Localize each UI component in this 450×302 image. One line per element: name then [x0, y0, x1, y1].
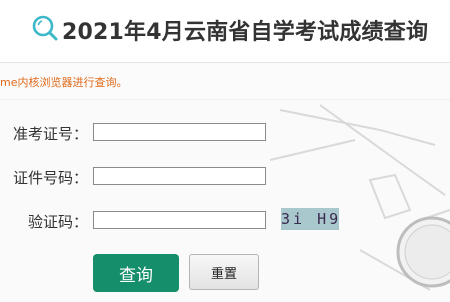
exam-number-input[interactable]: [93, 123, 266, 141]
background-decoration: [269, 104, 450, 291]
query-page: 2021年4月云南省自学考试成绩查询 me内核浏览器进行查询。 准考证号： 证件…: [0, 0, 450, 302]
captcha-input[interactable]: [93, 211, 266, 229]
exam-number-label: 准考证号：: [12, 125, 88, 143]
browser-notice: me内核浏览器进行查询。: [0, 76, 128, 89]
page-header: 2021年4月云南省自学考试成绩查询: [0, 0, 450, 63]
id-number-label: 证件号码：: [12, 169, 88, 187]
search-icon: [32, 15, 58, 41]
captcha-image[interactable]: 3i H9: [281, 208, 339, 230]
reset-button[interactable]: 重置: [189, 254, 259, 290]
captcha-label: 验证码：: [27, 213, 88, 231]
page-title: 2021年4月云南省自学考试成绩查询: [62, 20, 429, 45]
notice-bar: me内核浏览器进行查询。: [0, 63, 450, 100]
query-button[interactable]: 查询: [93, 254, 179, 292]
id-number-input[interactable]: [93, 167, 266, 185]
